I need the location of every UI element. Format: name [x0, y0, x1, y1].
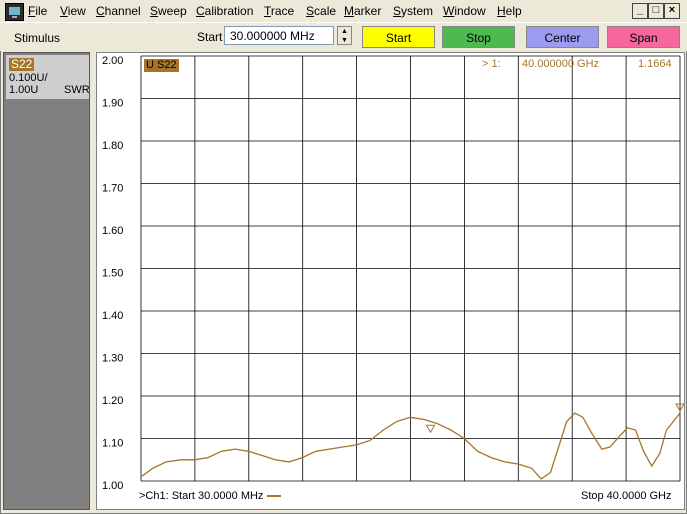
stimulus-label: Stimulus	[14, 31, 61, 45]
app-logo-icon[interactable]	[5, 3, 24, 21]
stimulus-toolbar: Stimulus Start 30.000000 MHz ▲ ▼ Start S…	[0, 22, 687, 51]
menu-sweep[interactable]: Sweep	[150, 4, 187, 18]
menu-label-rest: race	[270, 4, 295, 18]
trace-list-panel: S22 0.100U/ 1.00U SWR	[3, 52, 90, 510]
spin-down-icon[interactable]: ▼	[338, 36, 351, 45]
menu-label-rest: hannel	[104, 4, 141, 18]
menu-calibration[interactable]: Calibration	[196, 4, 253, 18]
menu-marker[interactable]: Marker	[344, 4, 381, 18]
y-tick-label: 1.30	[102, 353, 123, 365]
channel-start-readout: >Ch1: Start 30.0000 MHz	[139, 490, 282, 502]
y-tick-label: 2.00	[102, 55, 123, 67]
y-tick-label: 1.20	[102, 395, 123, 407]
start-frequency-input[interactable]: 30.000000 MHz	[224, 26, 334, 45]
trace-legend-line	[267, 495, 282, 498]
menu-label-rest: elp	[505, 4, 522, 18]
y-tick-label: 1.00	[102, 480, 123, 492]
menu-mnemonic: M	[344, 4, 354, 18]
menu-scale[interactable]: Scale	[306, 4, 336, 18]
start-button[interactable]: Start	[362, 26, 435, 48]
start-frequency-spinner[interactable]: ▲ ▼	[337, 26, 352, 45]
measurement-chart[interactable]: 2.00 1.90 1.80 1.70 1.60 1.50 1.40 1.30 1.20 1.10…	[96, 52, 685, 510]
stop-button[interactable]: Stop	[442, 26, 515, 48]
restore-button[interactable]: □	[648, 3, 664, 19]
marker-1-icon[interactable]	[425, 424, 436, 434]
trace-reference: 1.00U	[9, 84, 39, 96]
spin-up-icon[interactable]: ▲	[338, 27, 351, 36]
y-tick-label: 1.70	[102, 183, 123, 195]
menu-view[interactable]: View	[60, 4, 86, 18]
menu-label-rest: ystem	[401, 4, 434, 18]
marker-frequency: 40.000000 GHz	[522, 58, 600, 70]
start-field-label: Start	[197, 30, 223, 44]
menu-mnemonic: C	[96, 4, 105, 18]
menu-channel[interactable]: Channel	[96, 4, 141, 18]
trace-tag: U S22	[144, 59, 179, 72]
menu-mnemonic: S	[393, 4, 402, 18]
plot-canvas: 2.00 1.90 1.80 1.70 1.60 1.50 1.40 1.30 1.20 1.10…	[102, 55, 684, 492]
menu-label-rest: cale	[314, 4, 337, 18]
menu-label-rest: arker	[354, 4, 382, 18]
y-tick-label: 1.60	[102, 225, 123, 237]
menu-mnemonic: W	[443, 4, 455, 18]
menu-window[interactable]: Window	[443, 4, 486, 18]
marker-value: 1.1664	[638, 58, 672, 70]
menu-label-rest: iew	[67, 4, 86, 18]
menu-mnemonic: S	[150, 4, 159, 18]
menu-label-rest: ile	[35, 4, 48, 18]
channel-start-text: >Ch1: Start 30.0000 MHz	[139, 490, 264, 502]
minimize-button[interactable]: _	[632, 3, 648, 19]
menu-label-rest: indow	[454, 4, 486, 18]
y-tick-label: 1.10	[102, 438, 123, 450]
markers	[425, 403, 684, 434]
center-button[interactable]: Center	[526, 26, 599, 48]
menu-system[interactable]: System	[393, 4, 433, 18]
span-button[interactable]: Span	[607, 26, 680, 48]
y-tick-label: 1.50	[102, 268, 123, 280]
y-tick-label: 1.80	[102, 140, 123, 152]
menu-trace[interactable]: Trace	[264, 4, 294, 18]
close-button[interactable]: ×	[664, 3, 680, 19]
menu-file[interactable]: File	[28, 4, 47, 18]
y-tick-label: 1.90	[102, 98, 123, 110]
trace-card-s22[interactable]: S22 0.100U/ 1.00U SWR	[6, 55, 90, 99]
menu-label-rest: weep	[158, 4, 187, 18]
trace-format: SWR	[64, 84, 90, 96]
trace-name: S22	[9, 57, 35, 71]
menu-help[interactable]: Help	[497, 4, 522, 18]
y-axis: 2.00 1.90 1.80 1.70 1.60 1.50 1.40 1.30 1.20 1.10…	[102, 55, 123, 492]
menu-mnemonic: S	[306, 4, 315, 18]
menu-mnemonic: H	[497, 4, 506, 18]
menu-mnemonic: V	[60, 4, 68, 18]
menu-mnemonic: C	[196, 4, 205, 18]
menu-bar: File View Channel Sweep Calibration Trace Scal…	[0, 0, 687, 22]
y-tick-label: 1.40	[102, 310, 123, 322]
menu-mnemonic: T	[264, 4, 271, 18]
trace-scale: 0.100U/	[9, 72, 48, 84]
channel-stop-readout: Stop 40.0000 GHz	[581, 490, 672, 502]
menu-label-rest: alibration	[204, 4, 254, 18]
marker-label: > 1:	[482, 58, 501, 70]
